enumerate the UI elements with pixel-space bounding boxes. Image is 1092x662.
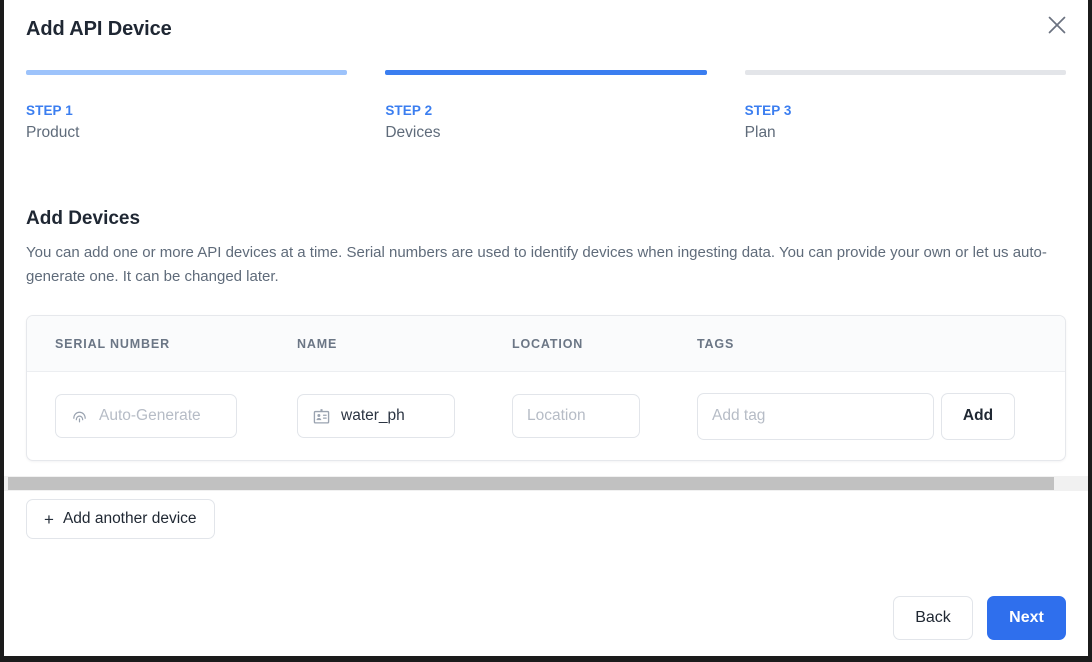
step-3[interactable]: STEP 3 Plan [744, 70, 1066, 142]
step-3-name: Plan [744, 124, 776, 141]
step-2-name: Devices [385, 124, 441, 141]
column-header-name: NAME [297, 336, 338, 351]
add-tag-input[interactable]: Add tag [697, 392, 934, 440]
location-input[interactable]: Location [512, 394, 640, 438]
id-badge-icon [312, 407, 330, 425]
cell-serial-number: Auto-Generate [55, 394, 297, 438]
location-placeholder: Location [527, 407, 586, 424]
step-1-progress-bar [26, 70, 348, 75]
step-2-progress-bar [385, 70, 707, 75]
close-icon[interactable] [1040, 8, 1074, 42]
table-row: Auto-Generate water_ph Location Add tag … [27, 372, 1065, 460]
name-input[interactable]: water_ph [297, 394, 455, 438]
column-header-tags: TAGS [697, 336, 735, 351]
column-header-serial-number: SERIAL NUMBER [55, 336, 170, 351]
step-1-name: Product [26, 124, 80, 141]
table-header-row: SERIAL NUMBER NAME LOCATION TAGS [27, 316, 1065, 372]
next-button[interactable]: Next [987, 596, 1066, 640]
add-api-device-dialog: Add API Device STEP 1 Product STEP 2 Dev… [4, 0, 1088, 656]
step-1[interactable]: STEP 1 Product [26, 70, 348, 142]
serial-number-input[interactable]: Auto-Generate [55, 394, 237, 438]
serial-number-placeholder: Auto-Generate [99, 407, 201, 424]
section-description: You can add one or more API devices at a… [26, 244, 1047, 285]
plus-icon: + [44, 509, 54, 529]
step-3-progress-bar [744, 70, 1066, 75]
step-2-label: STEP 2 [385, 103, 433, 118]
step-2[interactable]: STEP 2 Devices [385, 70, 707, 142]
step-1-label: STEP 1 [26, 103, 73, 118]
add-another-device-button[interactable]: + Add another device [26, 499, 215, 539]
section-title: Add Devices [26, 208, 141, 229]
add-another-device-label: Add another device [62, 510, 197, 527]
horizontal-scrollbar[interactable] [4, 476, 1088, 491]
horizontal-scrollbar-thumb[interactable] [8, 477, 1054, 490]
stepper: STEP 1 Product STEP 2 Devices STEP 3 Pla… [26, 70, 1066, 142]
step-3-label: STEP 3 [744, 103, 792, 118]
cell-tags: Add tag Add [697, 392, 1037, 440]
name-value: water_ph [341, 407, 405, 424]
cell-name: water_ph [297, 394, 512, 438]
add-tag-placeholder: Add tag [712, 407, 766, 424]
dialog-footer: Back Next [893, 596, 1066, 640]
column-header-location: LOCATION [512, 336, 584, 351]
back-button[interactable]: Back [893, 596, 973, 640]
devices-table: SERIAL NUMBER NAME LOCATION TAGS Auto-Ge… [26, 315, 1066, 461]
cell-location: Location [512, 394, 697, 438]
dialog-title: Add API Device [26, 18, 172, 40]
add-tag-button[interactable]: Add [941, 392, 1015, 440]
fingerprint-icon [70, 407, 88, 425]
